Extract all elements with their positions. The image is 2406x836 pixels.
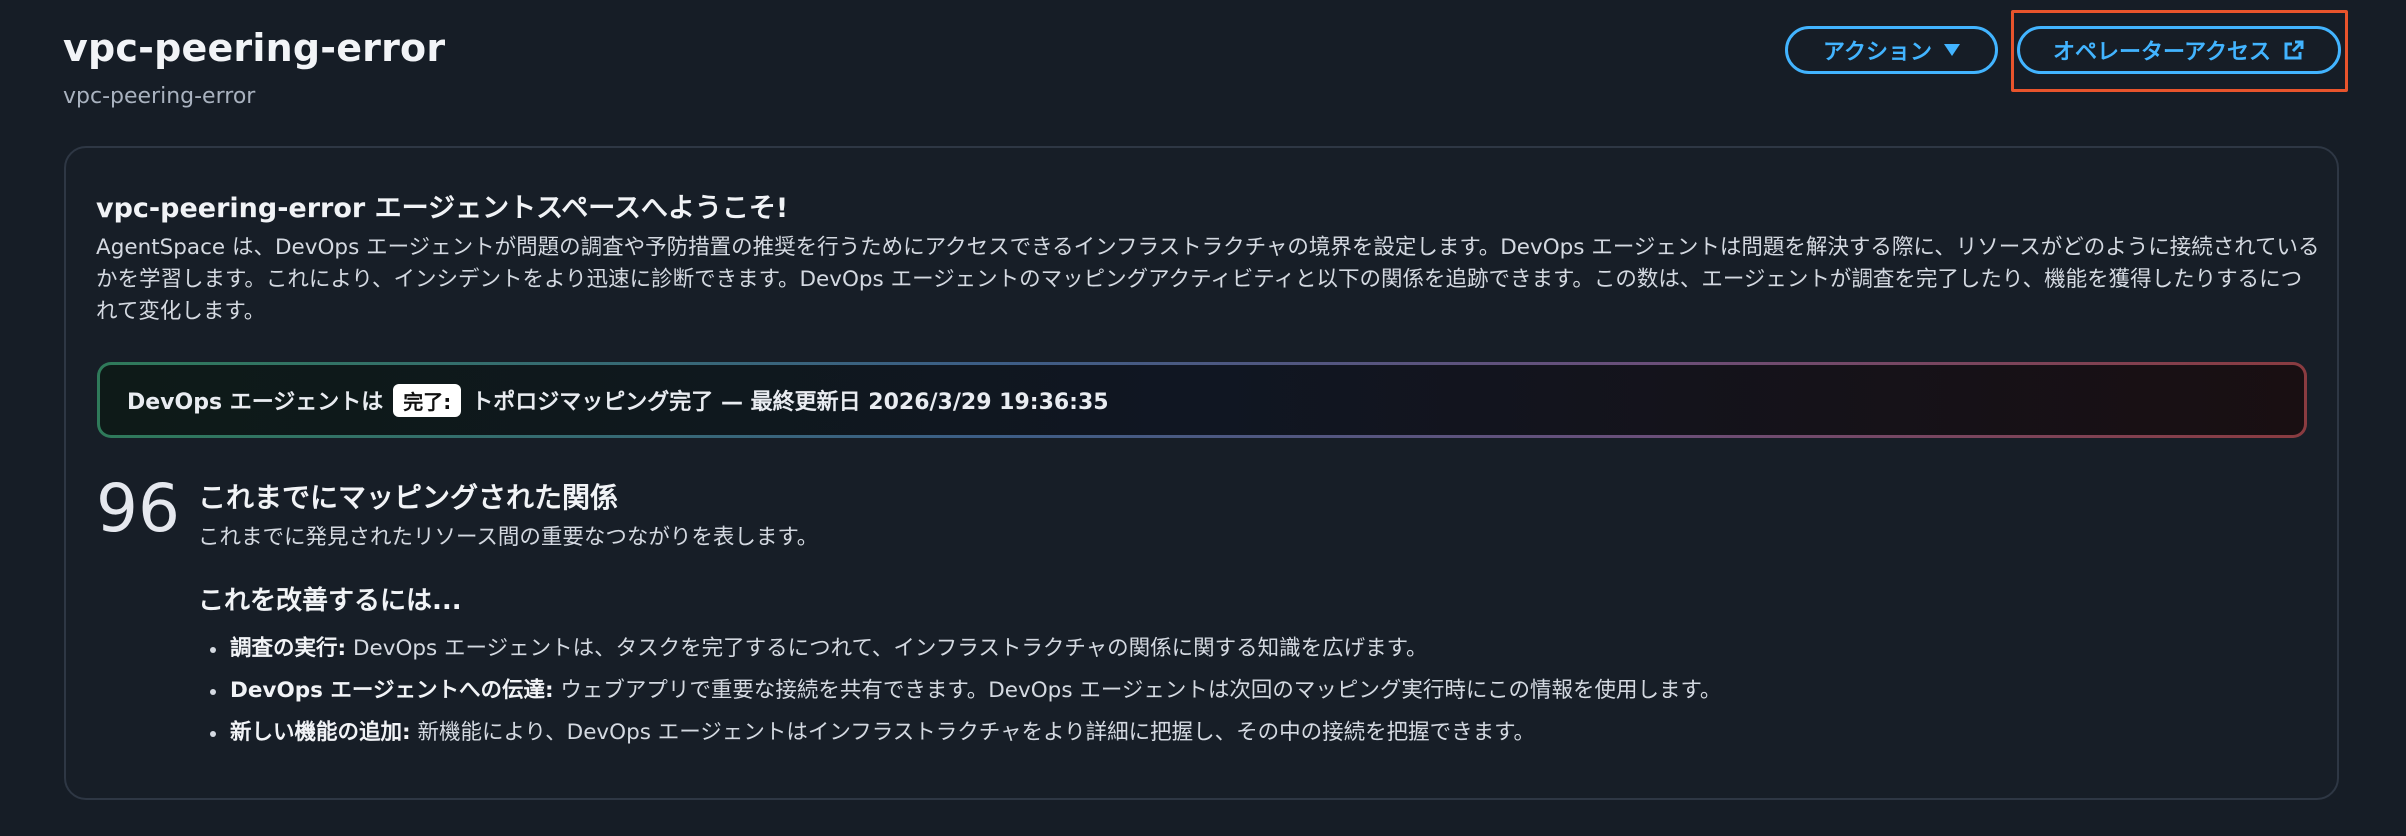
welcome-description: AgentSpace は、DevOps エージェントが問題の調査や予防措置の推奨… (96, 235, 2320, 324)
list-item: DevOps エージェントへの伝達: ウェブアプリで重要な接続を共有できます。D… (198, 670, 2198, 712)
operator-access-label: オペレーターアクセス (2052, 40, 2272, 65)
caret-down-icon (1943, 44, 1960, 56)
actions-button-label: アクション (1823, 40, 1932, 65)
relationships-description: これまでに発見されたリソース間の重要なつながりを表します。 (198, 525, 819, 550)
list-item-label: 調査の実行: (230, 636, 347, 661)
relationships-count: 96 (96, 470, 180, 547)
list-item-label: 新しい機能の追加: (230, 720, 411, 745)
list-item-text: 新機能により、DevOps エージェントはインフラストラクチャをより詳細に把握し… (410, 720, 1535, 745)
status-banner-content: DevOps エージェントは 完了: トポロジマッピング完了 — 最終更新日 2… (100, 365, 2304, 435)
operator-access-button[interactable]: オペレーターアクセス (2017, 26, 2341, 74)
list-item: 調査の実行: DevOps エージェントは、タスクを完了するにつれて、インフラス… (198, 628, 2198, 670)
list-item: 新しい機能の追加: 新機能により、DevOps エージェントはインフラストラクチ… (198, 712, 2198, 754)
page-title: vpc-peering-error (63, 26, 446, 70)
agent-space-page: vpc-peering-error vpc-peering-error アクショ… (0, 0, 2406, 836)
status-prefix: DevOps エージェントは (127, 390, 384, 415)
external-link-icon (2283, 39, 2305, 61)
status-text: トポロジマッピング完了 — 最終更新日 2026/3/29 19:36:35 (471, 390, 1109, 415)
list-item-label: DevOps エージェントへの伝達: (230, 678, 554, 703)
actions-dropdown-button[interactable]: アクション (1785, 26, 1998, 74)
welcome-title: vpc-peering-error エージェントスペースへようこそ! (96, 193, 789, 224)
status-badge: 完了: (393, 383, 462, 417)
list-item-text: DevOps エージェントは、タスクを完了するにつれて、インフラストラクチャの関… (346, 636, 1428, 661)
status-banner: DevOps エージェントは 完了: トポロジマッピング完了 — 最終更新日 2… (97, 362, 2307, 438)
relationships-title: これまでにマッピングされた関係 (198, 481, 619, 514)
page-subtitle: vpc-peering-error (63, 84, 256, 109)
improve-list: 調査の実行: DevOps エージェントは、タスクを完了するにつれて、インフラス… (198, 628, 2198, 754)
improve-heading: これを改善するには... (198, 586, 462, 616)
list-item-text: ウェブアプリで重要な接続を共有できます。DevOps エージェントは次回のマッピ… (553, 678, 1722, 703)
